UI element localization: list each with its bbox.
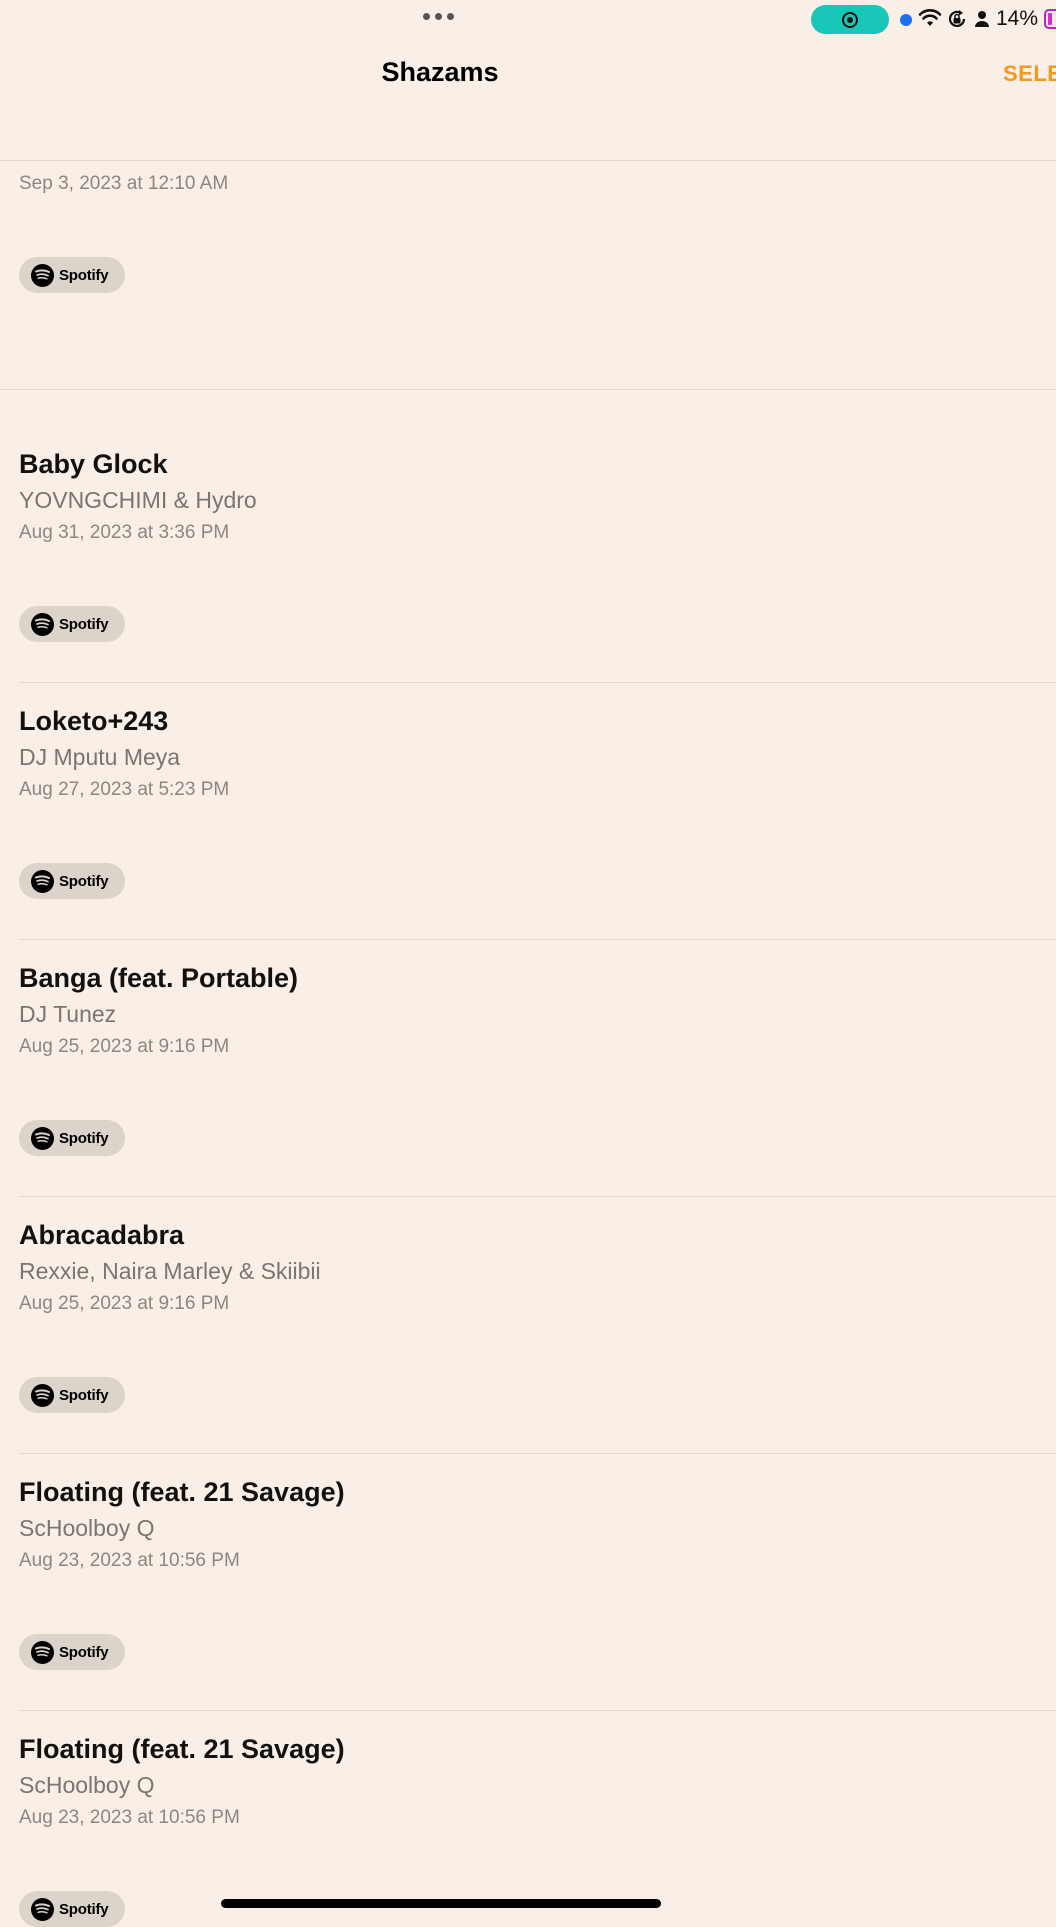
- spotify-label: Spotify: [59, 1643, 109, 1661]
- spotify-icon: [31, 263, 54, 287]
- shazam-date: Aug 27, 2023 at 5:23 PM: [19, 779, 230, 800]
- song-title: Banga (feat. Portable): [19, 963, 299, 993]
- spotify-label: Spotify: [59, 1900, 109, 1918]
- screen-recording-indicator[interactable]: [811, 5, 889, 34]
- spotify-button[interactable]: Spotify: [19, 1377, 125, 1413]
- song-artist: ScHoolboy Q: [19, 1515, 155, 1541]
- record-icon: [842, 11, 858, 28]
- row-divider: [19, 682, 1056, 683]
- spotify-button[interactable]: Spotify: [19, 1891, 125, 1927]
- rotation-lock-icon: [948, 10, 966, 28]
- row-divider: [19, 1710, 1056, 1711]
- spotify-button[interactable]: Spotify: [19, 1120, 125, 1156]
- shazam-date: Aug 25, 2023 at 9:16 PM: [19, 1036, 230, 1057]
- spotify-icon: [31, 1640, 54, 1664]
- song-title: Baby Glock: [19, 449, 168, 479]
- spotify-label: Spotify: [59, 1386, 109, 1404]
- shazam-date: Aug 25, 2023 at 9:16 PM: [19, 1293, 230, 1314]
- song-artist: Rexxie, Naira Marley & Skiibii: [19, 1258, 321, 1284]
- spotify-icon: [31, 1126, 54, 1150]
- shazam-date: Aug 23, 2023 at 10:56 PM: [19, 1550, 240, 1571]
- spotify-icon: [31, 612, 54, 636]
- song-artist: DJ Mputu Meya: [19, 744, 181, 770]
- row-divider: [19, 1453, 1056, 1454]
- song-artist: YOVNGCHIMI & Hydro: [19, 487, 257, 513]
- row-divider: [19, 1196, 1056, 1197]
- row-divider: [19, 939, 1056, 940]
- spotify-label: Spotify: [59, 266, 109, 284]
- spotify-icon: [31, 1383, 54, 1407]
- person-icon: [975, 11, 989, 27]
- wifi-icon: [918, 9, 942, 26]
- select-button[interactable]: SELE: [1003, 61, 1056, 87]
- spotify-button[interactable]: Spotify: [19, 1634, 125, 1670]
- shazam-date: Aug 31, 2023 at 3:36 PM: [19, 522, 230, 543]
- battery-percentage: 14%: [996, 7, 1039, 30]
- page-title: Shazams: [381, 57, 499, 87]
- shazam-date: Aug 23, 2023 at 10:56 PM: [19, 1807, 240, 1828]
- spotify-label: Spotify: [59, 1129, 109, 1147]
- home-indicator[interactable]: [221, 1899, 661, 1908]
- shazam-date: Sep 3, 2023 at 12:10 AM: [19, 173, 229, 194]
- spotify-button[interactable]: Spotify: [19, 257, 125, 293]
- song-title: Loketo+243: [19, 706, 169, 736]
- spotify-button[interactable]: Spotify: [19, 606, 125, 642]
- multitasking-dots-icon[interactable]: [423, 13, 454, 20]
- spotify-label: Spotify: [59, 872, 109, 890]
- song-title: Abracadabra: [19, 1220, 185, 1250]
- song-title: Floating (feat. 21 Savage): [19, 1734, 345, 1764]
- section-divider: [0, 389, 1056, 390]
- spotify-label: Spotify: [59, 615, 109, 633]
- location-dot-icon: [900, 14, 912, 26]
- spotify-icon: [31, 1897, 54, 1921]
- status-bar: 14%: [0, 0, 1056, 40]
- song-artist: ScHoolboy Q: [19, 1772, 155, 1798]
- battery-icon: [1044, 9, 1056, 29]
- song-artist: DJ Tunez: [19, 1001, 117, 1027]
- spotify-icon: [31, 869, 54, 893]
- nav-divider: [0, 160, 1056, 161]
- spotify-button[interactable]: Spotify: [19, 863, 125, 899]
- song-title: Floating (feat. 21 Savage): [19, 1477, 345, 1507]
